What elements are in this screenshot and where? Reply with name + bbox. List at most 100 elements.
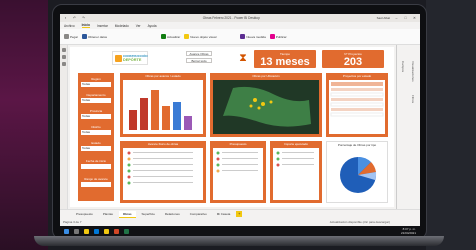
bar-6[interactable] [184, 116, 192, 130]
visualizations-pane-tab[interactable]: Campos [401, 61, 405, 72]
status-dot-icon [127, 181, 131, 185]
filter-distrito-select[interactable]: Todas [81, 130, 111, 135]
table-row[interactable] [133, 170, 193, 171]
maximize-icon[interactable]: □ [403, 16, 408, 20]
map-marker[interactable] [257, 106, 261, 110]
avance-obras-button[interactable]: Avance Obras [186, 51, 212, 56]
table-row[interactable] [330, 102, 384, 107]
status-bar: Página 3 de 7 Actualización disponible (… [60, 218, 420, 226]
logo-text-2: DEPÓRTE [123, 58, 142, 62]
map-marker[interactable] [269, 100, 273, 104]
bar-3[interactable] [151, 90, 159, 130]
map-marker[interactable] [249, 104, 253, 108]
list-table-2[interactable] [213, 148, 263, 200]
refresh-label: Actualizar [167, 34, 181, 39]
tab-plantas[interactable]: Plantas [99, 211, 117, 217]
filter-rango-slider[interactable] [81, 182, 111, 187]
table-row[interactable] [222, 152, 258, 153]
file-explorer-icon[interactable] [84, 228, 89, 234]
table-row[interactable] [331, 98, 383, 101]
save-icon[interactable]: ▪ [63, 16, 68, 20]
add-page-button[interactable]: + [236, 211, 243, 217]
map-marker[interactable] [253, 98, 257, 102]
filters-pane-tab[interactable]: Filtros [411, 95, 415, 103]
bar-1[interactable] [129, 110, 137, 130]
excel-icon[interactable] [124, 228, 129, 234]
table-row[interactable] [331, 108, 383, 111]
table-row[interactable] [133, 164, 193, 165]
filter-region-select[interactable]: Todas [81, 82, 111, 87]
map-marker[interactable] [261, 102, 265, 106]
table-row[interactable] [282, 164, 314, 165]
fields-pane-tab[interactable]: Visualizaciones [411, 61, 415, 82]
get-data-button[interactable]: Obtener datos [82, 34, 107, 39]
search-icon[interactable] [74, 228, 79, 234]
tab-mi-caseta[interactable]: Mi Caseta [213, 211, 235, 217]
data-view-icon[interactable] [62, 55, 66, 59]
table-row[interactable] [133, 182, 193, 183]
redo-icon[interactable]: ↷ [81, 16, 86, 20]
publish-button[interactable]: Publicar [269, 34, 287, 39]
tab-presupuesto[interactable]: Presupuesto [72, 211, 97, 217]
tab-superficie[interactable]: Superficie [138, 211, 159, 217]
table-row[interactable] [282, 152, 314, 153]
windows-start-icon[interactable] [64, 228, 69, 234]
bar-chart[interactable] [123, 80, 203, 134]
paste-icon [64, 34, 69, 39]
reset-filters-button[interactable]: Borrar todo [186, 58, 212, 63]
filter-provincia-select[interactable]: Todas [81, 114, 111, 119]
get-data-label: Obtener datos [88, 34, 108, 39]
status-table-panel: Proyectos por estado [326, 73, 388, 137]
bar-2[interactable] [140, 98, 148, 130]
filter-departamento-select[interactable]: Todas [81, 98, 111, 103]
donut-chart[interactable] [327, 148, 389, 202]
table-row[interactable] [133, 152, 193, 153]
paste-button[interactable]: Pegar [64, 34, 78, 39]
table-row[interactable] [222, 164, 258, 165]
menu-inicio[interactable]: Inicio [81, 23, 90, 28]
bar-5[interactable] [173, 102, 181, 130]
table-row[interactable] [133, 158, 193, 159]
tab-comparativo[interactable]: Comparativo [186, 211, 211, 217]
table-row[interactable] [330, 92, 384, 97]
new-measure-button[interactable]: Nueva medida [240, 34, 266, 39]
update-notice[interactable]: Actualización disponible (clic para desc… [330, 218, 390, 226]
tab-relaciones[interactable]: Relaciones [161, 211, 184, 217]
table-row[interactable] [330, 112, 384, 117]
model-view-icon[interactable] [62, 62, 66, 66]
refresh-icon [161, 34, 167, 39]
user-name[interactable]: Saúl Albal [377, 16, 390, 20]
filter-estado-select[interactable]: Todas [81, 146, 111, 151]
status-dot-icon [276, 157, 280, 161]
tab-obras[interactable]: Obras [118, 210, 136, 218]
edge-icon[interactable] [94, 228, 99, 234]
filter-fecha-slider[interactable] [81, 164, 111, 169]
table-row[interactable] [282, 158, 314, 159]
table-row[interactable] [222, 170, 258, 171]
status-dot-icon [216, 163, 220, 167]
menu-insertar[interactable]: Insertar [97, 24, 108, 28]
map-title: Obras por Ubicación [252, 74, 280, 78]
undo-icon[interactable]: ↶ [72, 16, 77, 20]
bar-4[interactable] [162, 106, 170, 130]
new-visual-button[interactable]: Nuevo objeto visual [184, 34, 216, 39]
table-row[interactable] [331, 88, 383, 91]
refresh-button[interactable]: Actualizar [161, 34, 180, 39]
menu-modelado[interactable]: Modelado [115, 24, 129, 28]
status-table[interactable] [329, 80, 385, 134]
minimize-icon[interactable]: – [394, 16, 399, 20]
list-panel-2: Presupuesto [210, 141, 266, 203]
table-row[interactable] [222, 158, 258, 159]
hourglass-icon: ⧗ [239, 52, 247, 64]
powerpoint-icon[interactable] [114, 228, 119, 234]
map-visual[interactable] [213, 80, 319, 134]
powerbi-icon[interactable] [104, 228, 109, 234]
menu-ayuda[interactable]: Ayuda [148, 24, 157, 28]
close-icon[interactable]: ✕ [412, 16, 417, 20]
report-view-icon[interactable] [62, 48, 66, 52]
list-table-3[interactable] [273, 148, 319, 200]
table-row[interactable] [133, 176, 193, 177]
menu-ver[interactable]: Ver [136, 24, 141, 28]
list-table-1[interactable] [123, 148, 203, 200]
menu-archivo[interactable]: Archivo [64, 24, 75, 28]
